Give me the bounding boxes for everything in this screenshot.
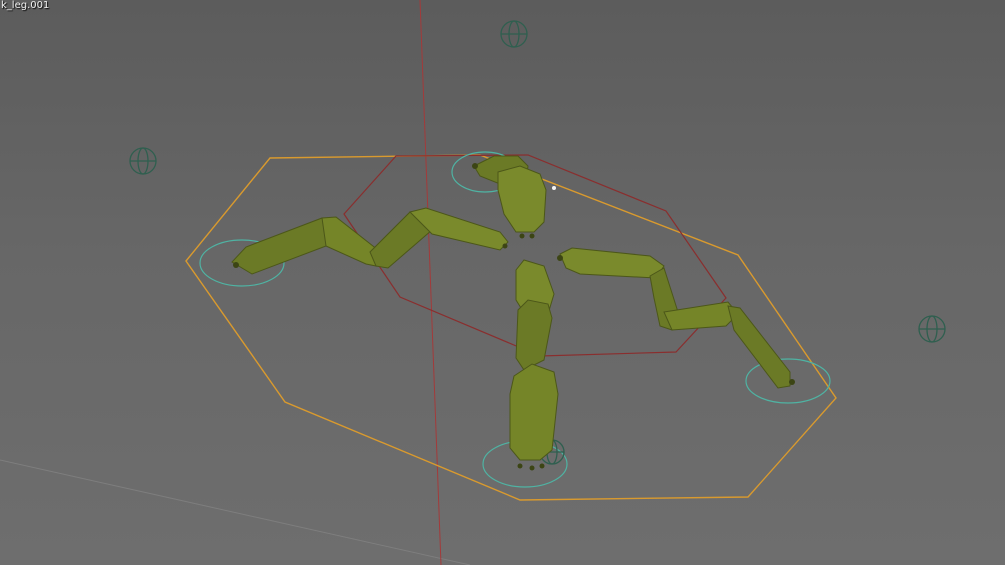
empty-sphere-icon[interactable] — [129, 147, 157, 175]
empty-sphere-icon[interactable] — [500, 20, 528, 48]
leg-segment[interactable] — [321, 216, 379, 267]
object-origin — [552, 186, 556, 190]
leg-segment[interactable] — [231, 217, 331, 275]
left-leg[interactable] — [231, 207, 509, 275]
active-object-name-label: k_leg.001 — [1, 0, 50, 11]
leg-segment[interactable] — [515, 299, 553, 371]
leg-segment[interactable] — [497, 165, 547, 233]
3d-viewport[interactable]: k_leg.001 — [0, 0, 1005, 565]
empty-sphere-icon[interactable] — [918, 315, 946, 343]
leg-segment[interactable] — [559, 247, 665, 279]
grid-line — [0, 459, 471, 565]
z-axis-line — [419, 0, 442, 565]
right-leg[interactable] — [557, 247, 795, 389]
leg-segment[interactable] — [509, 363, 559, 461]
viewport-scene[interactable] — [0, 0, 1005, 565]
bottom-leg[interactable] — [509, 259, 559, 471]
